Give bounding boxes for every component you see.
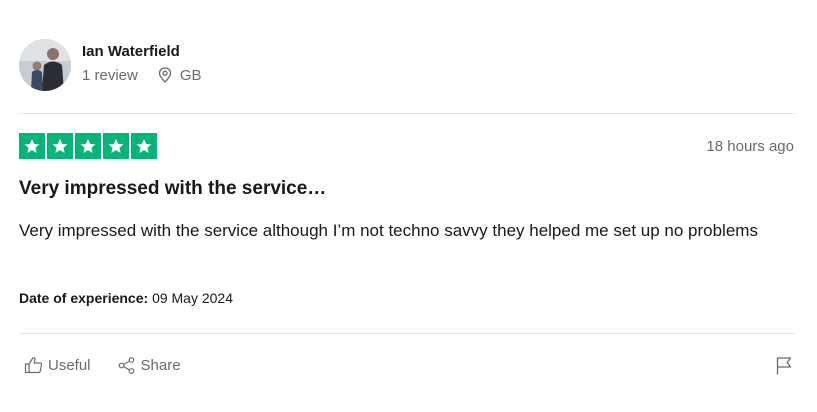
avatar[interactable] [19,39,71,91]
useful-label: Useful [48,356,91,374]
review-text: Very impressed with the service although… [19,221,758,240]
reviewer-meta: 1 review GB [82,67,202,84]
location-pin-icon [158,67,172,83]
star-icon [19,133,45,159]
reviewer-info: Ian Waterfield 1 review GB [82,43,202,84]
review-time: 18 hours ago [706,138,794,155]
flag-icon [776,357,792,375]
reviewer-header: Ian Waterfield 1 review GB [19,39,202,91]
reviewer-name[interactable]: Ian Waterfield [82,43,202,61]
star-icon [75,133,101,159]
share-icon [118,357,134,374]
divider [19,333,795,334]
useful-button[interactable]: Useful [24,356,91,374]
star-icon [103,133,129,159]
avatar-image [19,39,71,91]
review-count: 1 review [82,66,138,84]
review-actions: Useful Share [24,356,181,374]
share-label: Share [140,356,181,374]
review-card: Ian Waterfield 1 review GB 18 hours ago … [0,0,817,412]
star-icon [47,133,73,159]
star-rating [19,133,157,159]
review-title[interactable]: Very impressed with the service… [19,178,326,200]
experience-date: 09 May 2024 [152,290,234,306]
share-button[interactable]: Share [117,356,181,374]
date-of-experience: Date of experience: 09 May 2024 [19,290,233,306]
experience-label: Date of experience: [19,290,149,306]
divider [19,113,795,114]
thumbs-up-icon [24,357,43,374]
reviewer-country: GB [179,66,202,84]
report-button[interactable] [775,356,793,381]
star-icon [131,133,157,159]
